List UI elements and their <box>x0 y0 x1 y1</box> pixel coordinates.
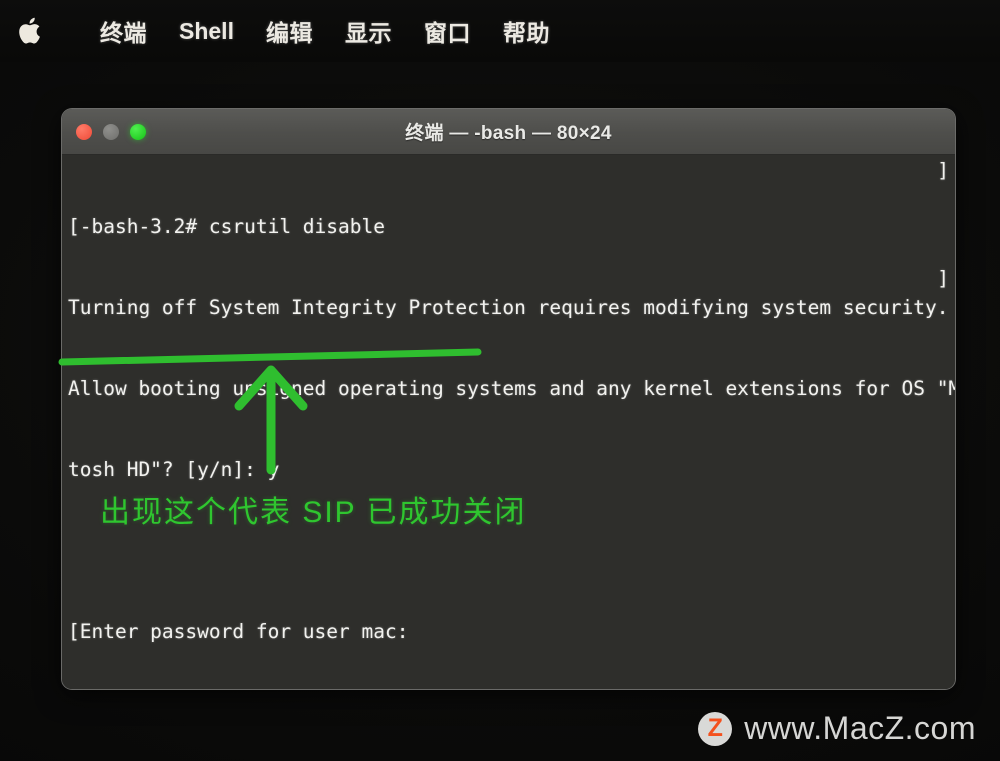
menu-item-help[interactable]: 帮助 <box>487 14 566 48</box>
window-title: 终端 — -bash — 80×24 <box>405 123 612 144</box>
terminal-output: [-bash-3.2# csrutil disable Turning off … <box>68 159 955 689</box>
terminal-window[interactable]: 终端 — -bash — 80×24 [-bash-3.2# csrutil d… <box>62 109 955 689</box>
menu-item-terminal[interactable]: 终端 <box>84 14 163 48</box>
menu-item-window[interactable]: 窗口 <box>408 14 487 48</box>
terminal-line: [Enter password for user mac: <box>68 620 409 643</box>
traffic-lights <box>76 123 146 140</box>
zoom-button[interactable] <box>130 123 146 140</box>
apple-logo-icon[interactable] <box>18 16 44 46</box>
menu-bar: 终端 Shell 编辑 显示 窗口 帮助 <box>0 0 1000 62</box>
window-title-bar[interactable]: 终端 — -bash — 80×24 <box>62 109 955 155</box>
menu-item-shell[interactable]: Shell <box>163 18 250 45</box>
menu-item-edit[interactable]: 编辑 <box>250 14 329 48</box>
close-button[interactable] <box>76 123 92 140</box>
menu-item-view[interactable]: 显示 <box>329 14 408 48</box>
edge-bracket-artifact: ] <box>937 267 949 290</box>
macz-logo-icon: Z <box>698 711 733 746</box>
terminal-line: [-bash-3.2# csrutil disable <box>68 215 385 238</box>
terminal-line: Turning off System Integrity Protection … <box>68 296 949 319</box>
terminal-line: Allow booting unsigned operating systems… <box>68 377 955 400</box>
edge-bracket-artifact: ] <box>937 159 949 182</box>
terminal-line: tosh HD"? [y/n]: y <box>68 458 280 481</box>
terminal-body[interactable]: [-bash-3.2# csrutil disable Turning off … <box>62 155 955 689</box>
watermark: Z www.MacZ.com <box>698 710 976 747</box>
watermark-url: www.MacZ.com <box>744 710 976 746</box>
minimize-button[interactable] <box>103 123 119 140</box>
